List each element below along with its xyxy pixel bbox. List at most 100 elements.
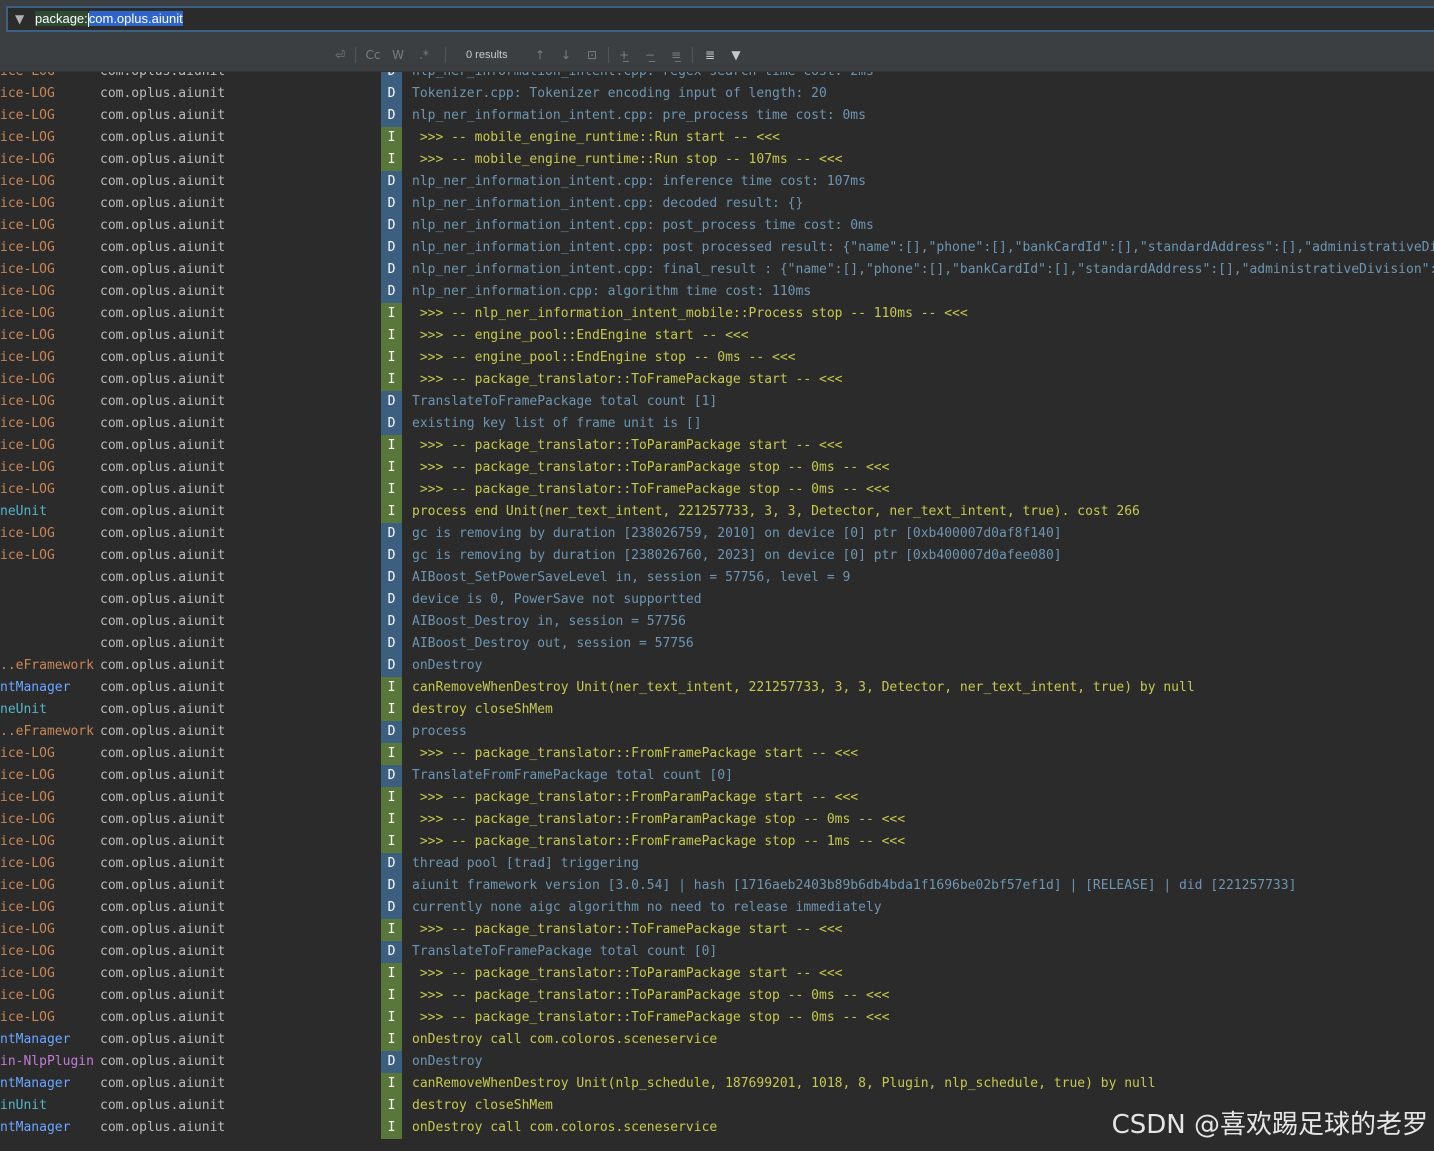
log-package: com.oplus.aiunit — [100, 174, 226, 189]
log-row[interactable]: ice-LOG com.oplus.aiunit D TranslateFromFra… — [0, 765, 1434, 787]
log-level-badge: D — [381, 545, 402, 567]
log-row[interactable]: ice-LOG com.oplus.aiunit Dgc is removing b… — [0, 545, 1434, 567]
log-message: nlp_ner_information_intent.cpp: decoded … — [412, 196, 804, 211]
log-row[interactable]: ice-LOG com.oplus.aiunit I >>> -- package_… — [0, 963, 1434, 985]
next-occurrence-icon[interactable]: ↓ — [556, 46, 576, 64]
log-row[interactable]: ice-LOG com.oplus.aiunit I >>> -- mobile_e… — [0, 127, 1434, 149]
log-level-badge: I — [381, 1117, 402, 1139]
filter-input[interactable]: ▼ package:com.oplus.aiunit — [6, 6, 1434, 32]
log-message: >>> -- engine_pool::EndEngine stop -- 0m… — [412, 350, 796, 365]
log-row[interactable]: neUnit com.oplus.aiunit Idestroy closeShMe… — [0, 699, 1434, 721]
regex-button[interactable]: .* — [414, 46, 434, 64]
log-row[interactable]: ice-LOG com.oplus.aiunit I >>> -- package_… — [0, 831, 1434, 853]
previous-occurrence-icon[interactable]: ↑ — [530, 46, 550, 64]
toolbar-divider — [355, 47, 356, 63]
log-tag: ice-LOG — [0, 218, 55, 233]
filter-results-icon[interactable]: ▼ — [726, 46, 746, 64]
log-row[interactable]: ice-LOG com.oplus.aiunit Dnlp_ner_informat… — [0, 105, 1434, 127]
match-case-button[interactable]: Cc — [362, 46, 384, 64]
log-row[interactable]: ice-LOG com.oplus.aiunit I >>> -- nlp_ner_… — [0, 303, 1434, 325]
log-row[interactable]: ice-LOG com.oplus.aiunit Dexisting key lis… — [0, 413, 1434, 435]
log-row[interactable]: ice-LOG com.oplus.aiunit I >>> -- engine_p… — [0, 325, 1434, 347]
log-level-badge: I — [381, 127, 402, 149]
log-row[interactable]: ice-LOG com.oplus.aiunit I >>> -- package_… — [0, 919, 1434, 941]
soft-wrap-icon[interactable]: ⏎ — [330, 46, 350, 64]
open-in-find-window-icon[interactable]: ⊡ — [582, 46, 602, 64]
log-message: >>> -- nlp_ner_information_intent_mobile… — [412, 306, 968, 321]
log-row[interactable]: com.oplus.aiunit D AIBoost_SetPowerSaveLev… — [0, 567, 1434, 589]
log-row[interactable]: ntManager com.oplus.aiunit IcanRemoveWhenD… — [0, 1073, 1434, 1095]
log-row[interactable]: com.oplus.aiunit D AIBoost_Destroy in, ses… — [0, 611, 1434, 633]
log-row[interactable]: ice-LOG com.oplus.aiunit I >>> -- package_… — [0, 457, 1434, 479]
log-row[interactable]: ice-LOG com.oplus.aiunit I >>> -- package_… — [0, 985, 1434, 1007]
log-message: >>> -- engine_pool::EndEngine start -- <… — [412, 328, 749, 343]
log-message: >>> -- package_translator::FromFramePack… — [412, 746, 859, 761]
log-row[interactable]: ice-LOG com.oplus.aiunit Dnlp_ner_informat… — [0, 193, 1434, 215]
log-row[interactable]: ice-LOG com.oplus.aiunit D TranslateToFrame… — [0, 391, 1434, 413]
log-tag: ice-LOG — [0, 922, 55, 937]
log-row[interactable]: ..eFramework com.oplus.aiunit DonDestroy — [0, 655, 1434, 677]
log-row[interactable]: ice-LOG com.oplus.aiunit Dnlp_ner_informat… — [0, 72, 1434, 83]
log-row[interactable]: ice-LOG com.oplus.aiunit I >>> -- package_… — [0, 435, 1434, 457]
log-row[interactable]: ice-LOG com.oplus.aiunit I >>> -- package_… — [0, 479, 1434, 501]
log-package: com.oplus.aiunit — [100, 416, 226, 431]
filter-icon[interactable]: ▼ — [15, 12, 31, 26]
log-row[interactable]: ..eFramework com.oplus.aiunit Dprocess — [0, 721, 1434, 743]
log-row[interactable]: ice-LOG com.oplus.aiunit Dnlp_ner_informat… — [0, 281, 1434, 303]
log-tag: ice-LOG — [0, 1010, 55, 1025]
log-row[interactable]: ntManager com.oplus.aiunit IonDestroy call… — [0, 1029, 1434, 1051]
log-row[interactable]: com.oplus.aiunit D AIBoost_Destroy out, se… — [0, 633, 1434, 655]
toolbar-divider — [445, 47, 446, 63]
log-message: >>> -- package_translator::ToFramePackag… — [412, 1010, 890, 1025]
toolbar-divider — [608, 47, 609, 63]
log-row[interactable]: com.oplus.aiunit Ddevice is 0, PowerSave … — [0, 589, 1434, 611]
log-row[interactable]: ice-LOG com.oplus.aiunit D TranslateToFrame… — [0, 941, 1434, 963]
log-message: TranslateToFramePackage total count [1] — [412, 394, 718, 409]
log-row[interactable]: ice-LOG com.oplus.aiunit I >>> -- package_… — [0, 809, 1434, 831]
log-row[interactable]: ice-LOG com.oplus.aiunit I >>> -- package_… — [0, 787, 1434, 809]
log-message: thread pool [trad] triggering — [412, 856, 639, 871]
log-row[interactable]: ice-LOG com.oplus.aiunit I >>> -- mobile_e… — [0, 149, 1434, 171]
filter-query[interactable]: package:com.oplus.aiunit — [35, 11, 183, 27]
remove-occurrence-icon[interactable]: −̲ — [640, 46, 660, 64]
log-tag: ice-LOG — [0, 548, 55, 563]
log-tag: ice-LOG — [0, 72, 96, 83]
log-package: com.oplus.aiunit — [100, 812, 226, 827]
log-row[interactable]: ice-LOG com.oplus.aiunit I >>> -- engine_p… — [0, 347, 1434, 369]
log-row[interactable]: in-NlpPlugin com.oplus.aiunit DonDestroy — [0, 1051, 1434, 1073]
log-row[interactable]: ntManager com.oplus.aiunit IcanRemoveWhenD… — [0, 677, 1434, 699]
log-row[interactable]: ice-LOG com.oplus.aiunit I >>> -- package_… — [0, 743, 1434, 765]
log-message: >>> -- package_translator::ToParamPackag… — [412, 460, 890, 475]
log-level-badge: I — [381, 479, 402, 501]
logcat-output[interactable]: ice-LOG com.oplus.aiunit Dnlp_ner_informat… — [0, 72, 1434, 1151]
log-package: com.oplus.aiunit — [100, 988, 226, 1003]
log-level-badge: I — [381, 1029, 402, 1051]
log-row[interactable]: ice-LOG com.oplus.aiunit Dthread pool [tra… — [0, 853, 1434, 875]
view-options-icon[interactable]: ≣ — [700, 46, 720, 64]
log-message: >>> -- package_translator::ToFramePackag… — [412, 922, 843, 937]
log-tag: ice-LOG — [0, 944, 55, 959]
filter-bar: ▼ package:com.oplus.aiunit — [0, 0, 1434, 40]
log-message: >>> -- package_translator::ToParamPackag… — [412, 988, 890, 1003]
log-row[interactable]: ice-LOG com.oplus.aiunit Daiunit framework… — [0, 875, 1434, 897]
log-row[interactable]: ice-LOG com.oplus.aiunit D Tokenizer.cpp: T… — [0, 83, 1434, 105]
log-row[interactable]: ice-LOG com.oplus.aiunit Dnlp_ner_informat… — [0, 259, 1434, 281]
words-button[interactable]: W — [388, 46, 408, 64]
log-row[interactable]: ice-LOG com.oplus.aiunit Dnlp_ner_informat… — [0, 237, 1434, 259]
log-package: com.oplus.aiunit — [100, 108, 226, 123]
log-package: com.oplus.aiunit — [100, 680, 226, 695]
log-row[interactable]: ice-LOG com.oplus.aiunit I >>> -- package_… — [0, 369, 1434, 391]
log-row[interactable]: ice-LOG com.oplus.aiunit Dgc is removing b… — [0, 523, 1434, 545]
log-row[interactable]: ice-LOG com.oplus.aiunit I >>> -- package_… — [0, 1007, 1434, 1029]
log-row[interactable]: ice-LOG com.oplus.aiunit Dcurrently none a… — [0, 897, 1434, 919]
log-row[interactable]: ice-LOG com.oplus.aiunit Dnlp_ner_informat… — [0, 171, 1434, 193]
add-occurrence-icon[interactable]: +̲ — [614, 46, 634, 64]
log-package: com.oplus.aiunit — [100, 1098, 226, 1113]
log-row[interactable]: neUnit com.oplus.aiunit Iprocess end Unit(… — [0, 501, 1434, 523]
log-level-badge: D — [381, 523, 402, 545]
select-all-occurrences-icon[interactable]: ≡̲ — [666, 46, 686, 64]
log-tag: ice-LOG — [0, 350, 55, 365]
log-row[interactable]: ice-LOG com.oplus.aiunit Dnlp_ner_informat… — [0, 215, 1434, 237]
log-tag: ice-LOG — [0, 262, 55, 277]
log-tag: ntManager — [0, 1120, 71, 1135]
